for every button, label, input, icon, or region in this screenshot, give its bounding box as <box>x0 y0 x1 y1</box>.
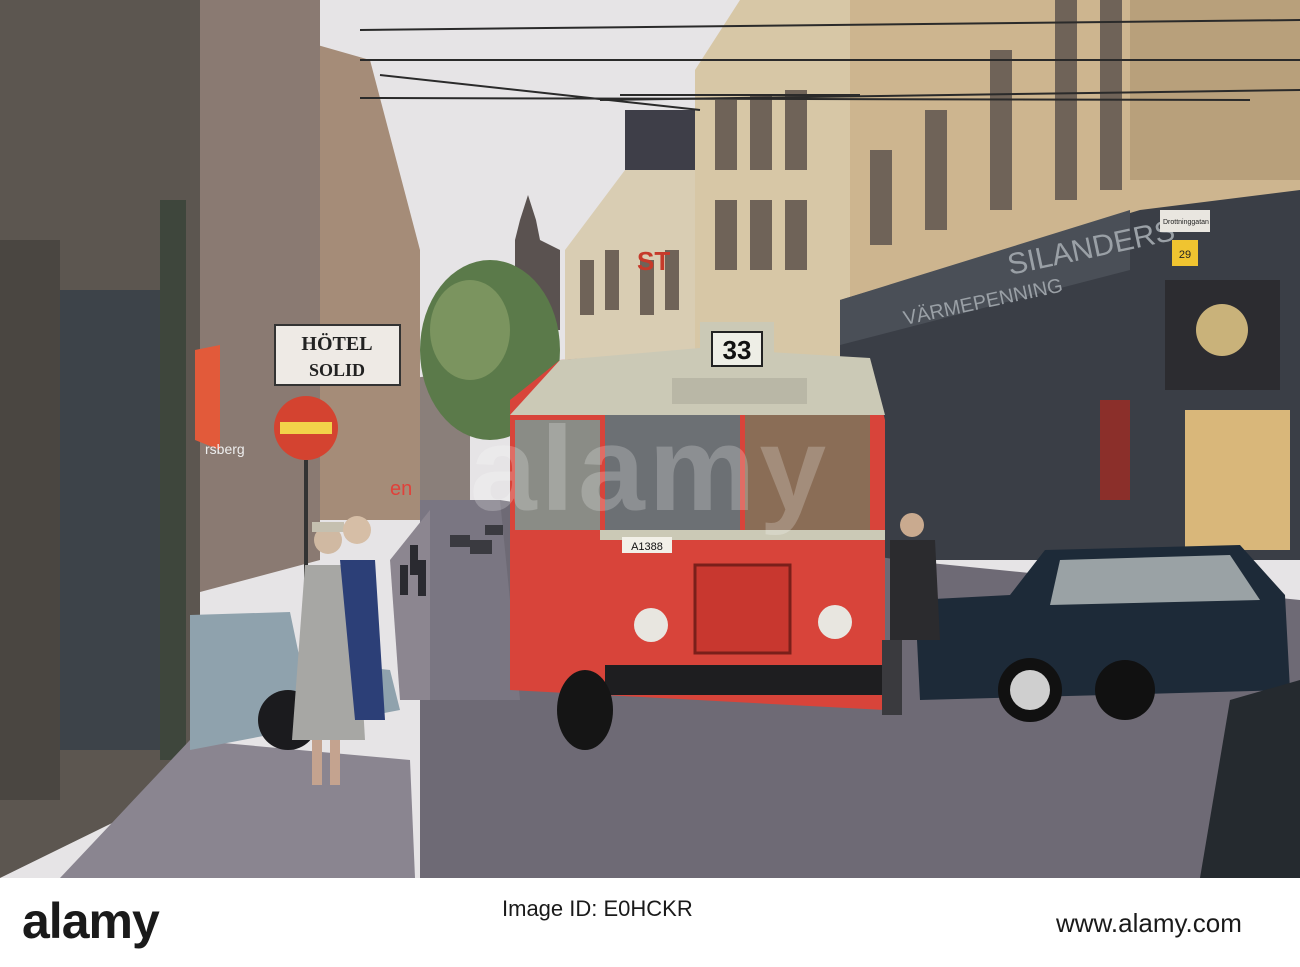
street-scene-photo: HÖTEL SOLID rsberg en ST SILANDERS VÄRME… <box>0 0 1300 878</box>
building-right-mid <box>695 0 860 360</box>
footer-logo: alamy <box>22 893 160 949</box>
shop-window-right <box>1185 410 1290 550</box>
tree-highlight <box>430 280 510 380</box>
left-shop-window <box>60 290 160 750</box>
footer-image-id: Image ID: E0HCKR <box>502 896 693 921</box>
bus-route-number: 33 <box>723 335 752 365</box>
footer-bar: alamy Image ID: E0HCKR www.alamy.com <box>0 878 1300 967</box>
st-letters: ST <box>637 246 670 276</box>
drainpipe <box>160 200 186 760</box>
shop-partial-sign: rsberg <box>205 441 245 457</box>
coat-of-arms <box>1196 304 1248 356</box>
left-pilaster <box>0 240 60 800</box>
hotel-sign-line1: HÖTEL <box>301 332 372 355</box>
building-dark-top <box>625 110 700 170</box>
flag-sign <box>195 345 220 450</box>
street-sign-text: Drottninggatan <box>1163 219 1209 226</box>
bus-plate: A1388 <box>631 541 663 553</box>
street-number: 29 <box>1179 249 1191 261</box>
neon-partial-sign: en <box>390 478 412 500</box>
hotel-sign: HÖTEL SOLID <box>274 324 401 386</box>
footer-url: www.alamy.com <box>1056 908 1242 938</box>
bus: 33 A1388 <box>510 322 885 750</box>
shop-window-red <box>1100 400 1130 500</box>
hotel-sign-line2: SOLID <box>309 360 365 380</box>
